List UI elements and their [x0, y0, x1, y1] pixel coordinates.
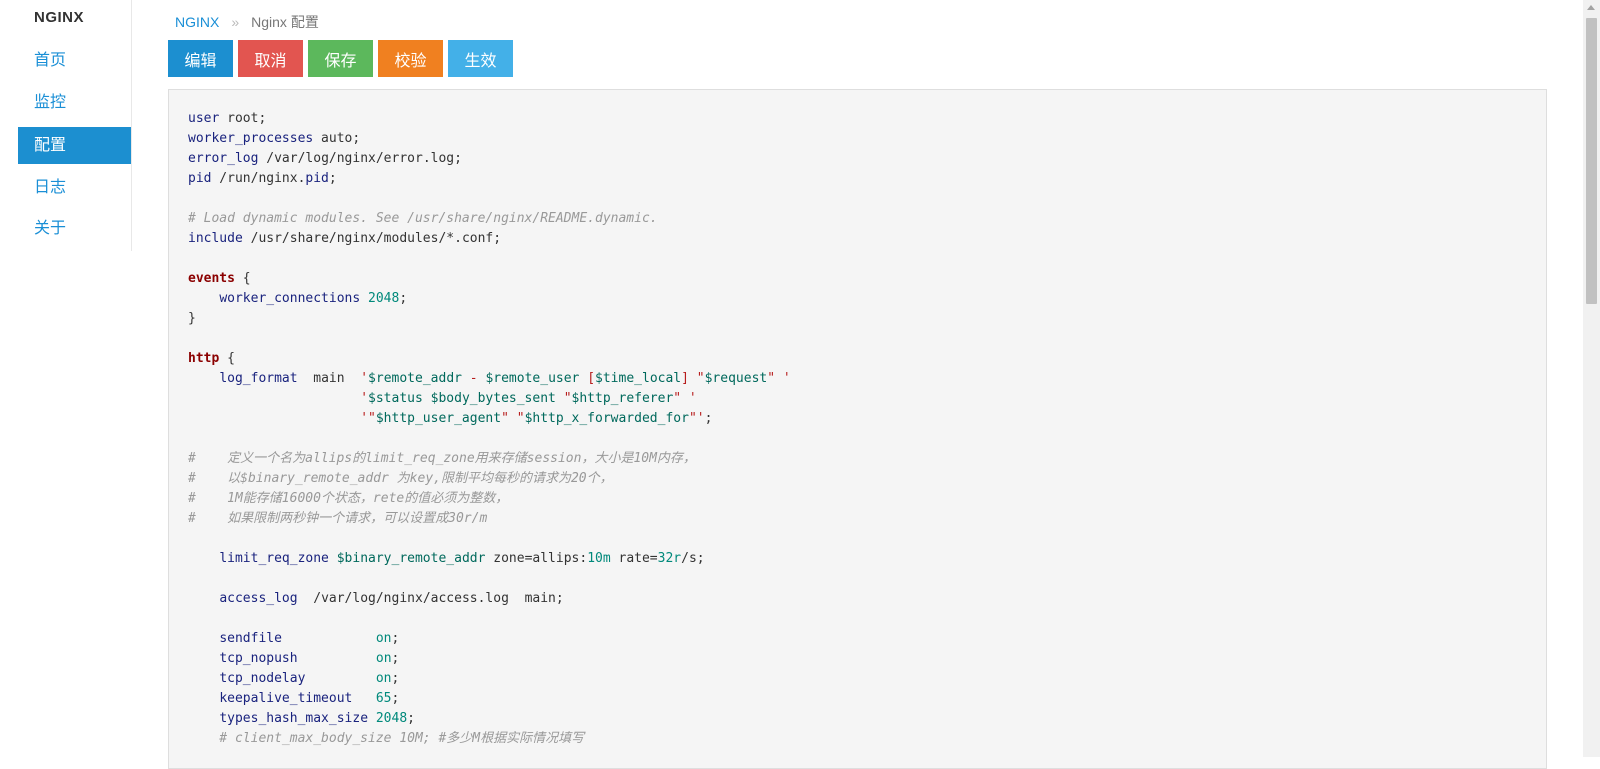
- breadcrumb-current: Nginx 配置: [251, 14, 319, 30]
- validate-button[interactable]: 校验: [378, 40, 443, 77]
- breadcrumb-root-link[interactable]: NGINX: [175, 14, 219, 30]
- sidebar-item-monitor[interactable]: 监控: [18, 84, 131, 121]
- page-scrollbar[interactable]: [1583, 0, 1600, 757]
- brand-logo: NGINX: [34, 9, 85, 26]
- scroll-up-icon[interactable]: [1587, 5, 1595, 10]
- sidebar-item-home[interactable]: 首页: [18, 42, 131, 79]
- save-button[interactable]: 保存: [308, 40, 373, 77]
- sidebar-item-config[interactable]: 配置: [18, 127, 131, 164]
- sidebar-item-about[interactable]: 关于: [18, 210, 131, 247]
- apply-button[interactable]: 生效: [448, 40, 513, 77]
- breadcrumb-separator: »: [231, 14, 240, 30]
- breadcrumb: NGINX » Nginx 配置: [175, 12, 319, 32]
- sidebar: NGINX 首页 监控 配置 日志 关于: [0, 0, 132, 251]
- scrollbar-thumb[interactable]: [1586, 18, 1597, 304]
- cancel-button[interactable]: 取消: [238, 40, 303, 77]
- config-code[interactable]: user root; worker_processes auto; error_…: [169, 90, 1546, 749]
- edit-button[interactable]: 编辑: [168, 40, 233, 77]
- sidebar-item-logs[interactable]: 日志: [18, 169, 131, 206]
- config-editor[interactable]: user root; worker_processes auto; error_…: [168, 89, 1547, 769]
